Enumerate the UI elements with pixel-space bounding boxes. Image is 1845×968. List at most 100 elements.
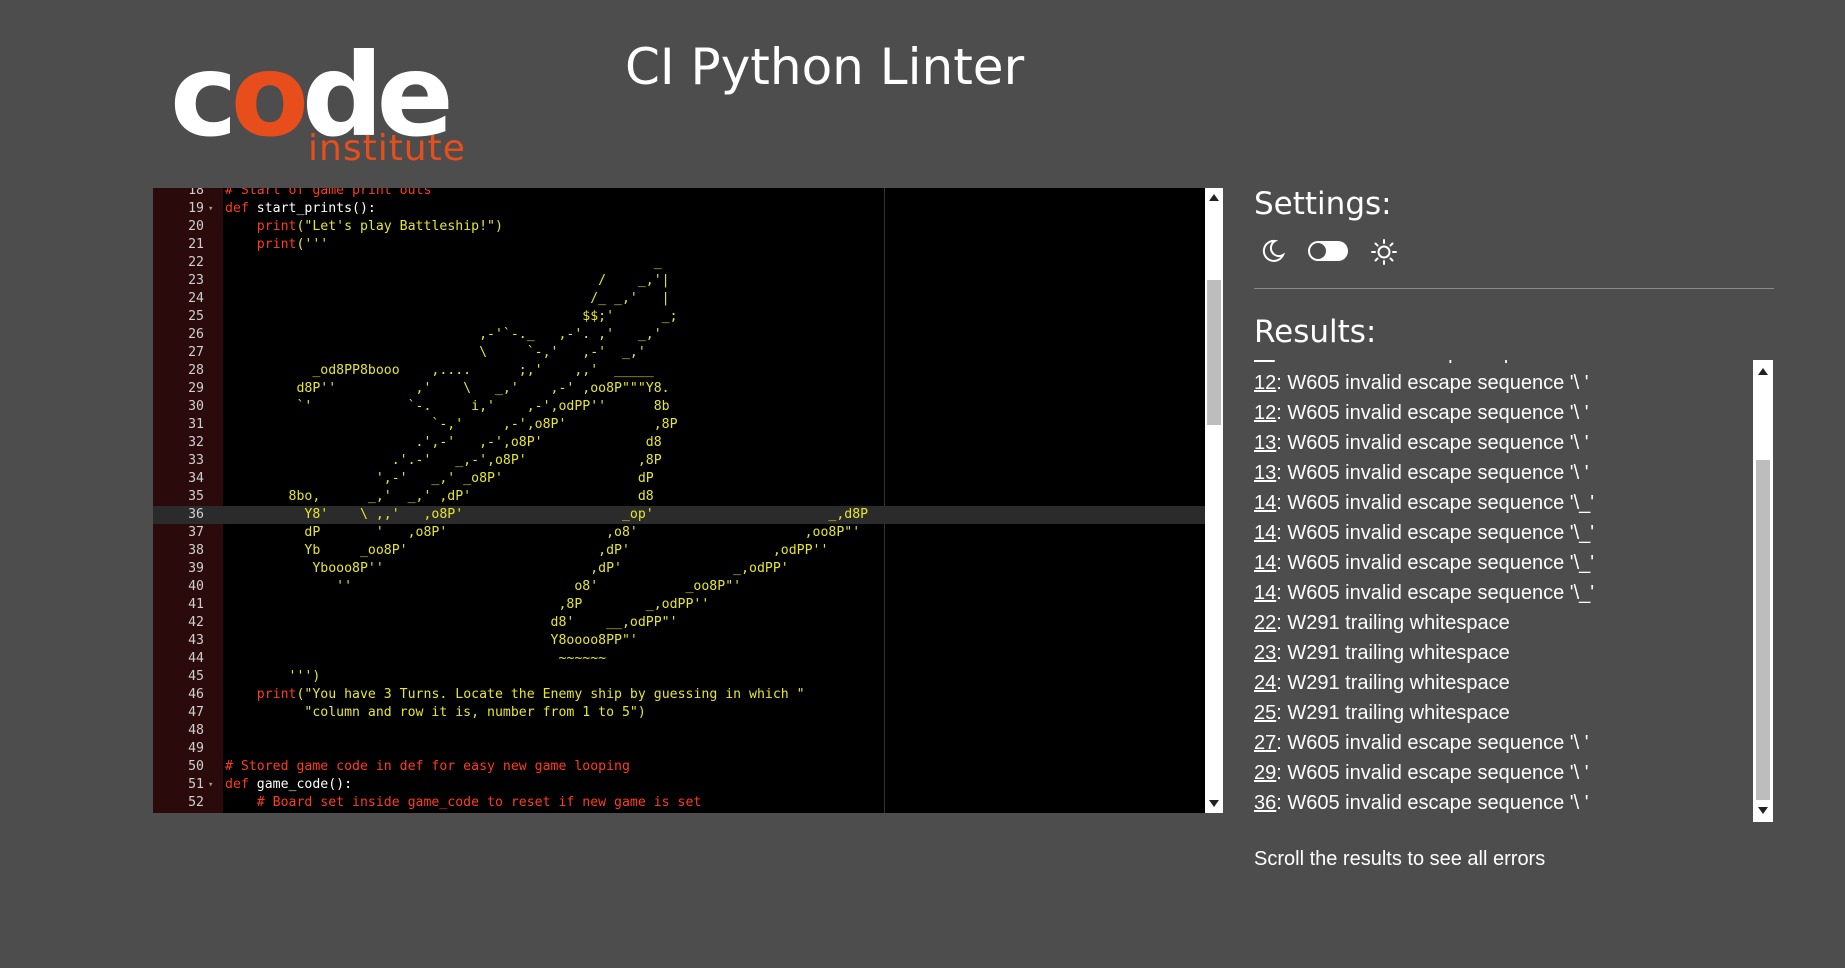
result-line-link[interactable]: 13: [1254, 462, 1276, 484]
code-line[interactable]: 21 print(''': [153, 236, 1205, 254]
code-text: ,-'`-._ ,-'. ,' _,': [225, 327, 662, 342]
code-text: "column and row it is, number from 1 to …: [225, 705, 646, 720]
code-line[interactable]: 25 $$;' _;: [153, 308, 1205, 326]
result-line-link[interactable]: 12: [1254, 402, 1276, 424]
line-number: 33: [188, 453, 204, 468]
fold-arrow-icon[interactable]: ▾: [208, 200, 213, 218]
code-line[interactable]: 28 _od8PP8booo ,.... ;,' ,,' _____: [153, 362, 1205, 380]
scroll-down-icon[interactable]: [1758, 807, 1768, 814]
code-line[interactable]: 41 ,8P _,odPP'': [153, 596, 1205, 614]
code-line[interactable]: 20 print("Let's play Battleship!"): [153, 218, 1205, 236]
code-line[interactable]: 37 dP ' ,o8P' ,o8' ,oo8P"': [153, 524, 1205, 542]
result-line-link[interactable]: 23: [1254, 642, 1276, 664]
result-line-link[interactable]: 36: [1254, 792, 1276, 814]
result-line-link[interactable]: 14: [1254, 492, 1276, 514]
result-message: : W605 invalid escape sequence '\ ': [1276, 432, 1589, 454]
line-number: 52: [188, 795, 204, 810]
line-number: 26: [188, 327, 204, 342]
line-number: 25: [188, 309, 204, 324]
code-text: `' `-. i,' ,-',odPP'' 8b: [225, 399, 670, 414]
code-line[interactable]: 39 Ybooo8P'' ,dP' _,odPP': [153, 560, 1205, 578]
result-line-link[interactable]: 27: [1254, 732, 1276, 754]
result-message: : W605 invalid escape sequence '\ ': [1276, 372, 1589, 394]
code-line[interactable]: 42 d8' __,odPP"': [153, 614, 1205, 632]
code-text: d8P'' ,' \ _,' ,-' ,oo8P"""Y8.: [225, 381, 670, 396]
code-line[interactable]: 38 Yb _oo8P' ,dP' ,odPP'': [153, 542, 1205, 560]
result-line-link[interactable]: 25: [1254, 702, 1276, 724]
result-line-link[interactable]: 11: [1254, 360, 1275, 364]
code-line[interactable]: 47 "column and row it is, number from 1 …: [153, 704, 1205, 722]
code-line[interactable]: 26 ,-'`-._ ,-'. ,' _,': [153, 326, 1205, 344]
code-line[interactable]: 48: [153, 722, 1205, 740]
line-number: 42: [188, 615, 204, 630]
code-line[interactable]: 49: [153, 740, 1205, 758]
sun-icon[interactable]: [1370, 238, 1398, 266]
code-line[interactable]: 52 # Board set inside game_code to reset…: [153, 794, 1205, 812]
results-scroll-thumb[interactable]: [1756, 460, 1770, 800]
code-text: '' o8' _oo8P"': [225, 579, 742, 594]
code-line[interactable]: 44 ~~~~~~: [153, 650, 1205, 668]
result-message: : W605 invalid escape sequence '\ ': [1276, 792, 1589, 814]
code-line[interactable]: 51 ▾ def game_code():: [153, 776, 1205, 794]
line-number: 35: [188, 489, 204, 504]
line-number: 43: [188, 633, 204, 648]
result-line-link[interactable]: 12: [1254, 372, 1276, 394]
code-text: # Board set inside game_code to reset if…: [225, 795, 702, 810]
scroll-up-icon[interactable]: [1758, 368, 1768, 375]
page-title: CI Python Linter: [625, 38, 1025, 96]
code-line[interactable]: 35 8bo, _,' _,' ,dP' d8: [153, 488, 1205, 506]
code-line[interactable]: 18 # Start of game print outs: [153, 188, 1205, 200]
result-line-link[interactable]: 14: [1254, 522, 1276, 544]
code-editor[interactable]: 18 # Start of game print outs 19 ▾ def start…: [153, 188, 1223, 813]
function-name: game_code():: [248, 777, 353, 792]
result-item: 14: W605 invalid escape sequence '\_': [1254, 518, 1754, 548]
code-line[interactable]: 22 _: [153, 254, 1205, 272]
line-number: 18: [188, 188, 204, 198]
code-text: $$;' _;: [225, 309, 678, 324]
result-line-link[interactable]: 24: [1254, 672, 1276, 694]
result-line-link[interactable]: 22: [1254, 612, 1276, 634]
print-args: ("Let's play Battleship!"): [296, 219, 503, 234]
code-line[interactable]: 23 / _,'|: [153, 272, 1205, 290]
result-item: 12: W605 invalid escape sequence '\ ': [1254, 368, 1754, 398]
editor-lines[interactable]: 18 # Start of game print outs 19 ▾ def start…: [153, 188, 1205, 813]
code-line[interactable]: 31 `-,' ,-',o8P' ,8P: [153, 416, 1205, 434]
code-line[interactable]: 32 .',-' ,-',o8P' d8: [153, 434, 1205, 452]
code-line[interactable]: 45 '''): [153, 668, 1205, 686]
line-number: 49: [188, 741, 204, 756]
result-line-link[interactable]: 29: [1254, 762, 1276, 784]
result-message: : W605 invalid escape sequence '\ ': [1276, 732, 1589, 754]
theme-toggle[interactable]: [1308, 241, 1348, 261]
fold-arrow-icon[interactable]: ▾: [208, 776, 213, 794]
code-line[interactable]: 27 \ `-,' ,-' _,': [153, 344, 1205, 362]
code-line[interactable]: 36 Y8' \ ,,' ,o8P' _op' _,d8P: [153, 506, 1205, 524]
editor-scroll-thumb[interactable]: [1207, 280, 1221, 425]
code-text: d8' __,odPP"': [225, 615, 678, 630]
code-line[interactable]: 50 # Stored game code in def for easy new…: [153, 758, 1205, 776]
line-number: 39: [188, 561, 204, 576]
code-line[interactable]: 53 board = []: [153, 812, 1205, 813]
result-line-link[interactable]: 14: [1254, 582, 1276, 604]
code-line[interactable]: 34 ',-' _,' _o8P' dP: [153, 470, 1205, 488]
print-args: (''': [296, 237, 329, 252]
result-line-link[interactable]: 13: [1254, 432, 1276, 454]
result-message: : W605 invalid escape sequence '\_': [1276, 492, 1595, 514]
moon-icon[interactable]: [1260, 238, 1286, 264]
code-line[interactable]: 43 Y8oooo8PP"': [153, 632, 1205, 650]
line-number: 47: [188, 705, 204, 720]
scroll-up-icon[interactable]: [1209, 194, 1219, 201]
results-scrollbar[interactable]: [1753, 360, 1773, 822]
code-text: '''): [225, 669, 321, 684]
editor-scrollbar[interactable]: [1205, 188, 1223, 813]
code-line[interactable]: 30 `' `-. i,' ,-',odPP'' 8b: [153, 398, 1205, 416]
result-line-link[interactable]: 14: [1254, 552, 1276, 574]
code-line[interactable]: 46 print("You have 3 Turns. Locate the E…: [153, 686, 1205, 704]
line-number: 20: [188, 219, 204, 234]
scroll-down-icon[interactable]: [1209, 800, 1219, 807]
results-panel[interactable]: 11: W605 invalid escape sequence '\ '12:…: [1254, 360, 1774, 822]
code-line[interactable]: 19 ▾ def start_prints():: [153, 200, 1205, 218]
code-line[interactable]: 40 '' o8' _oo8P"': [153, 578, 1205, 596]
code-line[interactable]: 29 d8P'' ,' \ _,' ,-' ,oo8P"""Y8.: [153, 380, 1205, 398]
code-line[interactable]: 24 /_ _,' |: [153, 290, 1205, 308]
code-line[interactable]: 33 .'.-' _,-',o8P' ,8P: [153, 452, 1205, 470]
